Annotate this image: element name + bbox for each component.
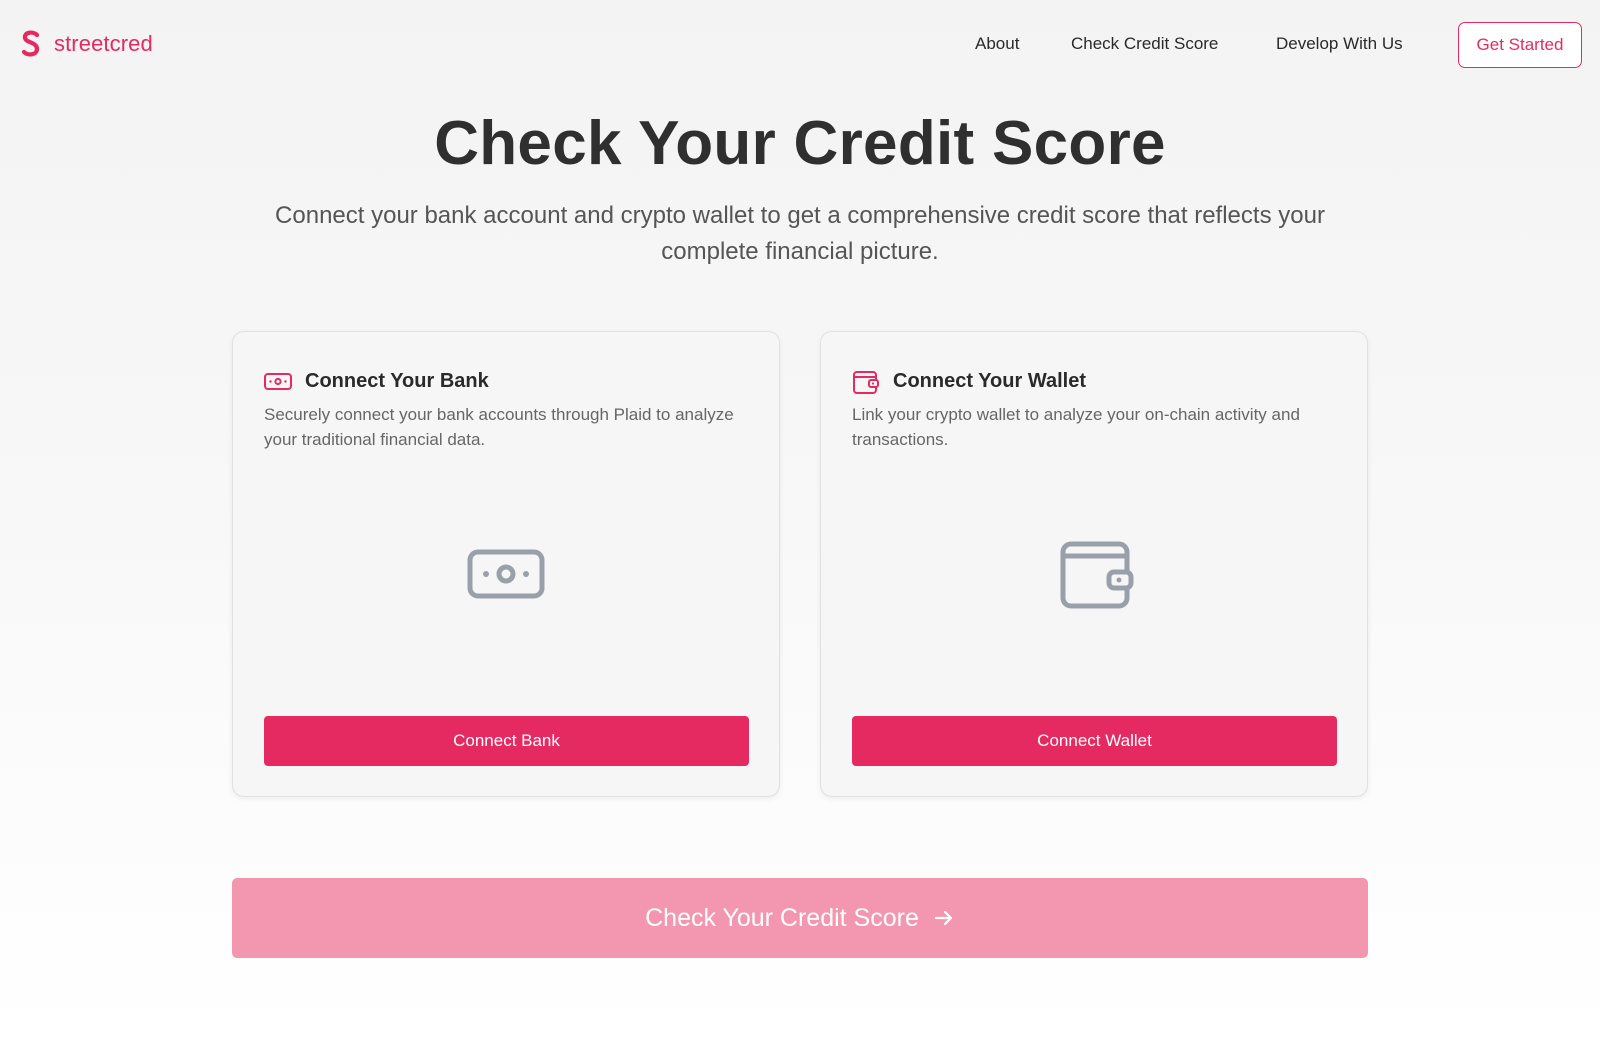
card-description: Securely connect your bank accounts thro… <box>264 405 734 449</box>
brand-logo[interactable]: streetcred <box>20 30 153 58</box>
check-credit-score-button[interactable]: Check Your Credit Score <box>232 878 1368 958</box>
connect-wallet-button[interactable]: Connect Wallet <box>852 716 1337 766</box>
card-header: Connect Your Wallet <box>851 366 1086 396</box>
card-description: Link your crypto wallet to analyze your … <box>852 405 1300 449</box>
wallet-icon <box>1060 541 1134 609</box>
nav-link-develop-with-us[interactable]: Develop With Us <box>1276 34 1403 54</box>
wallet-icon <box>853 371 879 394</box>
arrow-right-icon <box>934 910 952 926</box>
card-title: Connect Your Wallet <box>893 369 1086 392</box>
card-illustration <box>821 532 1369 616</box>
brand-name: streetcred <box>54 31 153 56</box>
page-title: Check Your Credit Score <box>434 109 1166 178</box>
s-logo-icon <box>21 30 40 57</box>
cash-icon <box>264 373 292 390</box>
cash-icon <box>467 549 545 599</box>
top-navigation: streetcred About Check Credit Score Deve… <box>0 0 1600 90</box>
card-illustration <box>233 532 781 616</box>
nav-link-check-credit-score[interactable]: Check Credit Score <box>1071 34 1218 54</box>
nav-link-about[interactable]: About <box>975 34 1019 54</box>
connect-bank-button[interactable]: Connect Bank <box>264 716 749 766</box>
card-header: Connect Your Bank <box>263 366 489 396</box>
connect-bank-card: Connect Your Bank Securely connect your … <box>232 331 780 797</box>
card-title: Connect Your Bank <box>305 369 489 392</box>
page-subtitle: Connect your bank account and crypto wal… <box>275 202 1325 265</box>
get-started-button[interactable]: Get Started <box>1458 22 1582 68</box>
cta-label: Check Your Credit Score <box>645 903 919 932</box>
connect-wallet-card: Connect Your Wallet Link your crypto wal… <box>820 331 1368 797</box>
